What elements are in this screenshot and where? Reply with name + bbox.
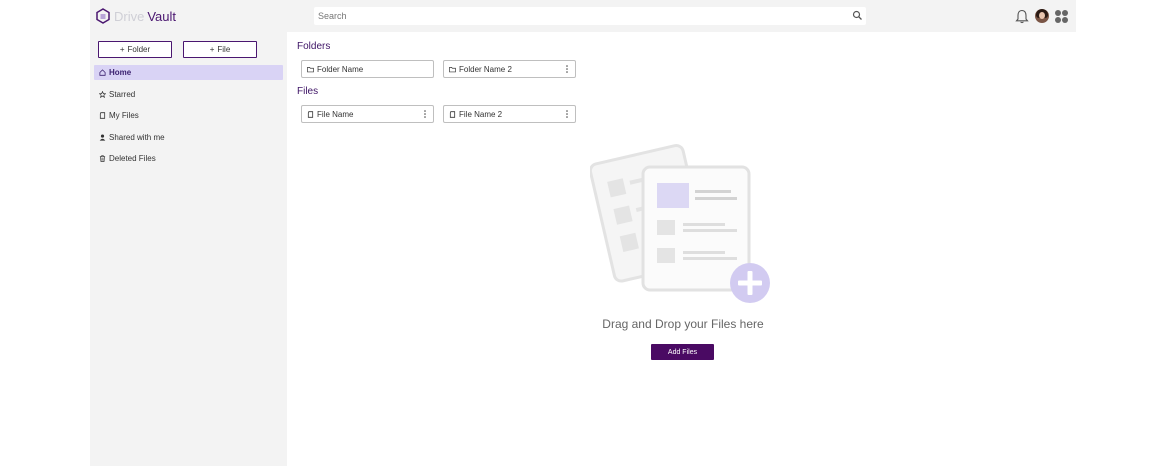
folder-name: Folder Name 2	[459, 64, 512, 74]
file-name: File Name 2	[459, 109, 503, 119]
trash-icon	[99, 155, 106, 162]
logo-mark-icon	[96, 8, 110, 24]
header-actions	[1015, 6, 1068, 26]
apps-grid-icon[interactable]	[1055, 9, 1068, 23]
file-icon	[449, 110, 456, 118]
sidebar-item-label: Deleted Files	[109, 154, 156, 163]
apps-dot	[1062, 9, 1068, 16]
upload-illustration-icon	[590, 144, 770, 303]
file-icon	[99, 112, 106, 119]
sidebar-item-shared[interactable]: Shared with me	[94, 130, 283, 145]
sidebar-item-starred[interactable]: Starred	[94, 87, 283, 102]
new-folder-button[interactable]: + Folder	[98, 41, 172, 58]
home-icon	[99, 69, 106, 76]
file-icon	[307, 110, 314, 118]
sidebar-item-my-files[interactable]: My Files	[94, 108, 283, 123]
new-folder-label: Folder	[127, 45, 151, 54]
search-icon[interactable]	[852, 10, 863, 21]
sidebar-item-deleted[interactable]: Deleted Files	[94, 151, 283, 166]
file-card[interactable]: File Name 2	[443, 105, 576, 123]
bell-icon[interactable]	[1015, 9, 1029, 24]
folder-card[interactable]: Folder Name	[301, 60, 434, 78]
folder-icon	[307, 66, 314, 72]
sidebar-item-label: Home	[109, 68, 132, 77]
apps-dot	[1055, 16, 1061, 23]
apps-dot	[1055, 9, 1061, 16]
folder-icon	[449, 66, 456, 72]
new-file-label: File	[217, 45, 231, 54]
apps-dot	[1062, 16, 1068, 23]
dropzone-text: Drag and Drop your Files here	[602, 317, 764, 331]
plus-icon: +	[119, 45, 125, 54]
folder-card[interactable]: Folder Name 2	[443, 60, 576, 78]
search-input[interactable]	[314, 7, 838, 25]
search-bar	[314, 7, 866, 25]
file-card[interactable]: File Name	[301, 105, 434, 123]
files-heading: Files	[297, 86, 319, 97]
folders-heading: Folders	[297, 41, 331, 52]
person-icon	[99, 134, 106, 141]
new-file-button[interactable]: + File	[183, 41, 257, 58]
avatar[interactable]	[1035, 9, 1049, 23]
sidebar: + Folder + File Home Starred My Files Sh…	[90, 32, 287, 466]
sidebar-item-label: My Files	[109, 111, 139, 120]
app-window: DriveVault +	[90, 0, 1076, 466]
sidebar-item-label: Starred	[109, 89, 136, 99]
top-bar: Drive Vault	[90, 0, 1076, 32]
star-icon	[99, 90, 106, 98]
main-content: Folders Folder Name Folder Name 2 Files …	[287, 32, 1076, 466]
folder-name: Folder Name	[317, 64, 364, 74]
sidebar-item-label: Shared with me	[109, 132, 165, 142]
brand-name: Drive Vault	[114, 9, 176, 24]
more-options-icon[interactable]	[566, 65, 568, 73]
sidebar-nav: Home Starred My Files Shared with me Del…	[94, 65, 283, 173]
more-options-icon[interactable]	[424, 110, 426, 118]
avatar-face	[1039, 12, 1045, 19]
plus-icon: +	[209, 45, 215, 54]
logo[interactable]: Drive Vault	[96, 7, 176, 25]
more-options-icon[interactable]	[566, 110, 568, 118]
brand-name-light: Drive	[114, 8, 145, 24]
sidebar-item-home[interactable]: Home	[94, 65, 283, 80]
file-name: File Name	[317, 109, 354, 119]
brand-name-dark: Vault	[147, 8, 177, 24]
add-files-button[interactable]: Add Files	[651, 344, 714, 360]
